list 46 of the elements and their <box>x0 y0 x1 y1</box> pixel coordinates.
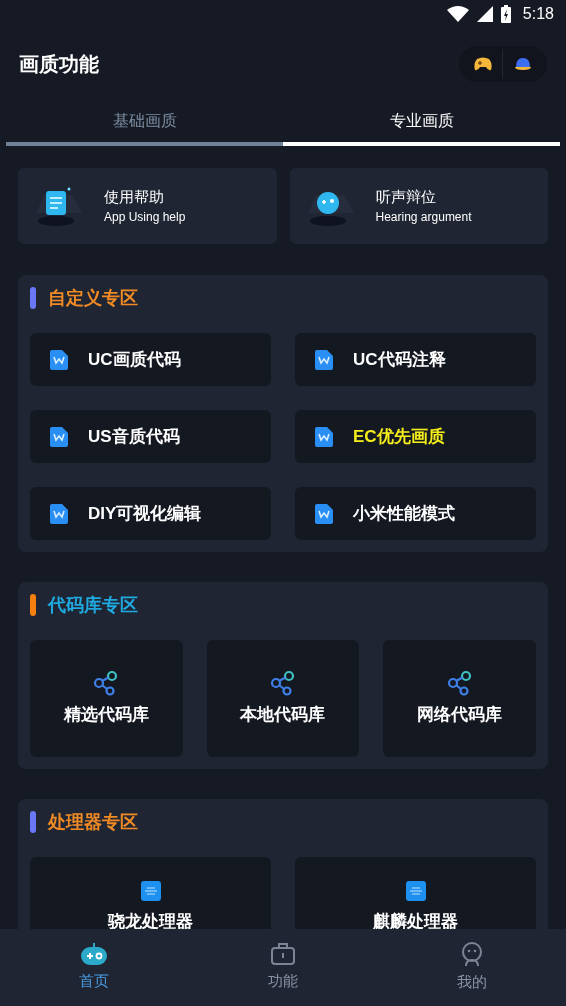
document-icon <box>50 503 68 524</box>
chip-icon <box>405 881 426 901</box>
help-card[interactable]: 听声辩位 Hearing argument <box>289 168 548 244</box>
gamepad-icon <box>80 942 109 967</box>
card-subtitle: App Using help <box>104 209 186 226</box>
code-item[interactable]: US音质代码 <box>30 410 271 463</box>
chip-icon <box>140 881 161 901</box>
card-title: 听声辩位 <box>375 187 437 207</box>
signal-icon <box>476 6 493 22</box>
library-item[interactable]: 精选代码库 <box>30 640 183 757</box>
processor-item[interactable]: 麒麟处理器 <box>295 857 536 929</box>
code-item[interactable]: DIY可视化编辑 <box>30 487 271 540</box>
document-icon <box>315 426 333 447</box>
document-icon <box>315 503 333 524</box>
section-title: 处理器专区 <box>48 810 138 834</box>
tab[interactable]: 专业画质 <box>283 100 560 146</box>
share-icon <box>270 669 296 696</box>
document-icon <box>50 426 68 447</box>
robot-face-icon <box>459 941 484 968</box>
share-icon <box>93 669 120 696</box>
code-item[interactable]: UC画质代码 <box>30 333 271 386</box>
wifi-icon <box>446 6 469 22</box>
document-icon <box>315 349 333 370</box>
page-title: 画质功能 <box>19 52 99 77</box>
library-item[interactable]: 网络代码库 <box>383 640 536 757</box>
code-item[interactable]: 小米性能模式 <box>295 487 536 540</box>
section-title: 自定义专区 <box>48 286 138 310</box>
card-title: 使用帮助 <box>104 187 165 207</box>
help-card[interactable]: 使用帮助 App Using help <box>18 168 277 244</box>
library-item[interactable]: 本地代码库 <box>206 640 360 757</box>
nav-tab[interactable]: 功能 <box>188 929 378 1006</box>
processor-item[interactable]: 骁龙处理器 <box>30 857 271 929</box>
status-time: 5:18 <box>522 4 554 24</box>
briefcase-icon <box>270 942 296 967</box>
nav-tab[interactable]: 我的 <box>377 929 566 1006</box>
code-item[interactable]: EC优先画质 <box>295 410 536 463</box>
gamepad-icon <box>472 56 493 72</box>
tab[interactable]: 基础画质 <box>6 100 283 146</box>
bell-icon <box>514 56 532 72</box>
card-subtitle: Hearing argument <box>375 209 472 226</box>
nav-tab[interactable]: 首页 <box>0 929 189 1006</box>
code-item[interactable]: UC代码注释 <box>295 333 536 386</box>
share-icon <box>446 669 473 696</box>
battery-icon <box>500 5 511 23</box>
document-icon <box>50 349 68 370</box>
section-title: 代码库专区 <box>48 593 138 617</box>
